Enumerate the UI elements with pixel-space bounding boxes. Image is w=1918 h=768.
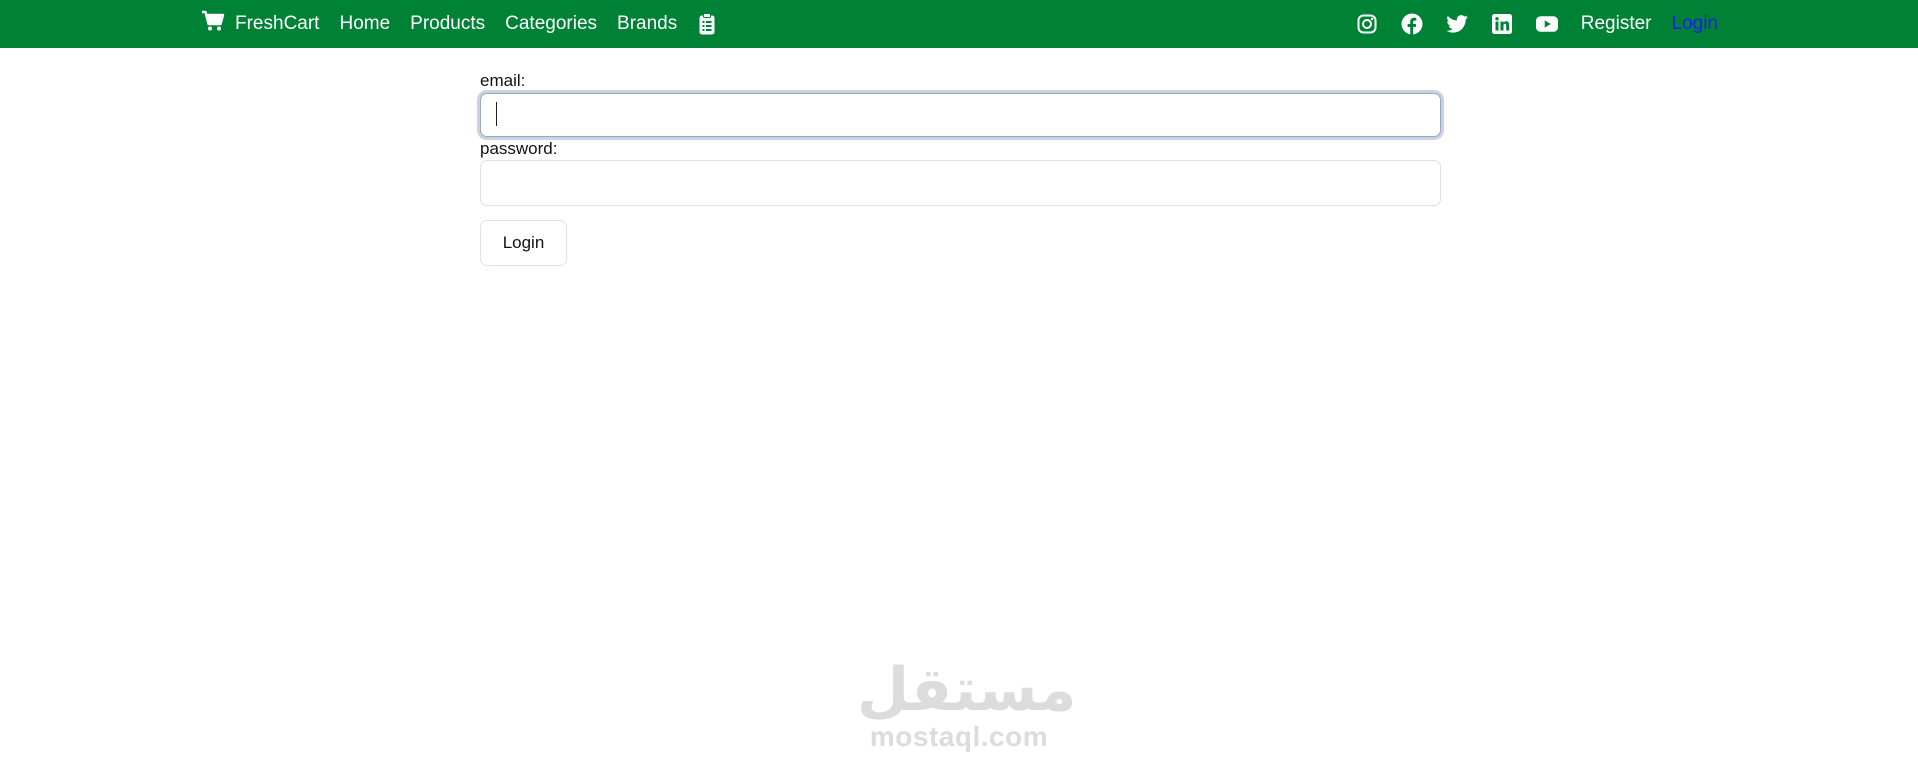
password-label: password: — [480, 139, 558, 158]
watermark-latin: mostaql.com — [869, 721, 1049, 752]
twitter-icon[interactable] — [1446, 13, 1468, 35]
facebook-icon[interactable] — [1401, 13, 1423, 35]
email-field-wrapper — [480, 92, 1441, 138]
password-field[interactable] — [480, 160, 1441, 206]
youtube-icon[interactable] — [1535, 13, 1558, 35]
nav-categories[interactable]: Categories — [505, 13, 597, 35]
nav-brands[interactable]: Brands — [617, 13, 677, 35]
linkedin-icon[interactable] — [1491, 13, 1513, 35]
instagram-icon[interactable] — [1356, 13, 1378, 35]
nav-products[interactable]: Products — [410, 13, 485, 35]
nav-left-group: FreshCart Home Products Categories Brand… — [201, 0, 715, 48]
login-button[interactable]: Login — [480, 220, 567, 266]
brand-link[interactable]: FreshCart — [201, 10, 319, 38]
watermark-arabic: مستقل — [857, 655, 1077, 725]
text-caret — [496, 102, 497, 126]
watermark-logo: مستقل mostaql.com — [857, 655, 1077, 752]
email-field[interactable] — [480, 93, 1441, 137]
brand-name: FreshCart — [235, 13, 320, 34]
top-navbar: FreshCart Home Products Categories Brand… — [0, 0, 1918, 48]
nav-login[interactable]: Login — [1672, 13, 1719, 35]
login-form: email: password: Login — [480, 70, 1441, 266]
email-label: email: — [480, 71, 526, 90]
nav-right-group: Register Login — [1356, 0, 1718, 48]
nav-register[interactable]: Register — [1581, 13, 1652, 35]
clipboard-icon[interactable] — [699, 13, 715, 35]
nav-home[interactable]: Home — [339, 13, 390, 35]
cart-icon — [201, 10, 225, 38]
